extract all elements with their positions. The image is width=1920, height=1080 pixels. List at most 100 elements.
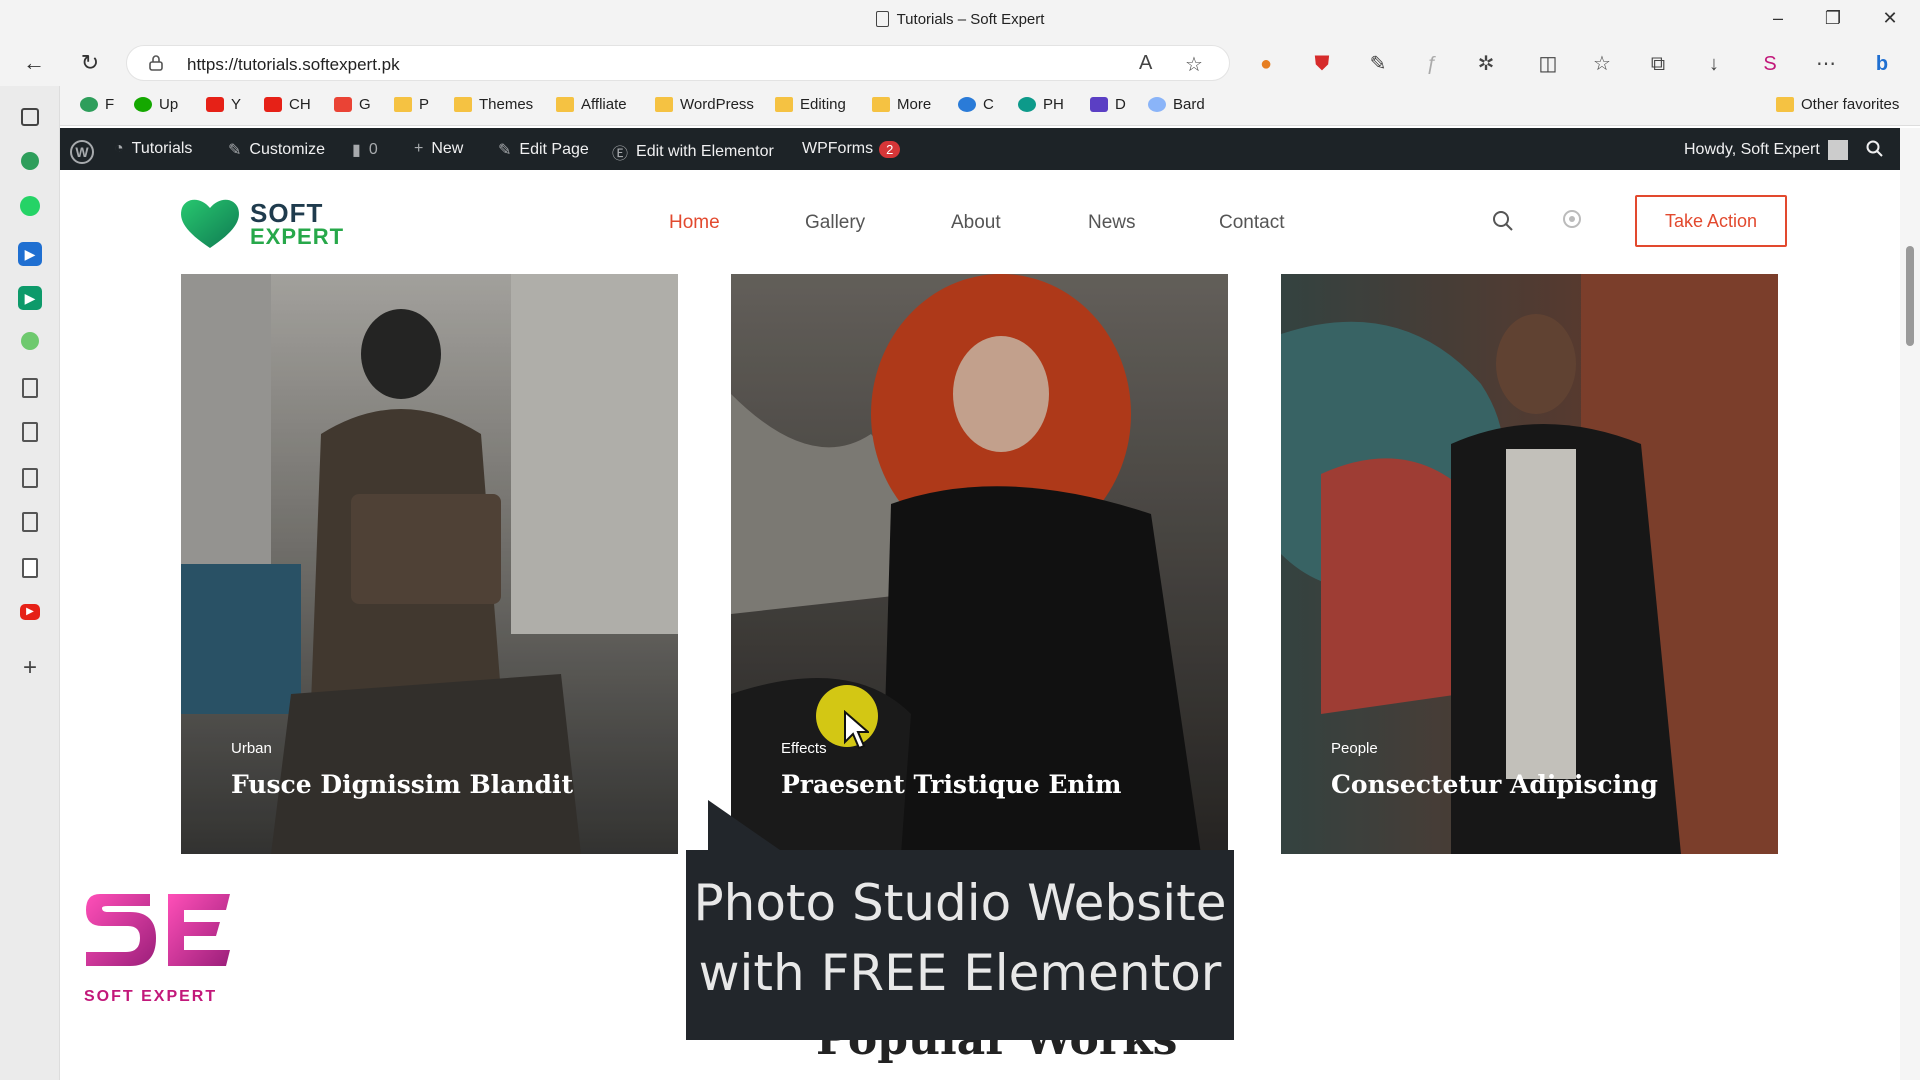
fav-item[interactable]: PH — [1018, 96, 1064, 113]
user-icon[interactable] — [1560, 208, 1584, 232]
fav-item[interactable]: C — [958, 96, 994, 113]
address-bar[interactable]: https://tutorials.softexpert.pk A ☆ — [126, 45, 1230, 81]
fav-item[interactable]: G — [334, 96, 371, 113]
favorite-star-icon[interactable]: ☆ — [1185, 52, 1203, 77]
video-caption: Photo Studio Website with FREE Elementor — [686, 850, 1234, 1040]
document-icon[interactable] — [22, 378, 38, 398]
website-page: SOFT EXPERT Home Gallery About News Cont… — [60, 170, 1900, 1080]
card-image — [731, 274, 1228, 854]
site-logo[interactable]: SOFT EXPERT — [178, 196, 348, 256]
other-favorites[interactable]: Other favorites — [1776, 96, 1899, 113]
play-icon[interactable]: ▶ — [18, 242, 42, 266]
gallery-card[interactable]: Urban Fusce Dignissim Blandit — [181, 274, 678, 854]
mouse-pointer-icon — [844, 710, 869, 750]
favorites-icon[interactable]: ☆ — [1590, 52, 1614, 76]
site-icon — [958, 97, 976, 112]
caption-line: with FREE Elementor — [698, 944, 1222, 1002]
more-menu-icon[interactable]: ⋯ — [1814, 52, 1838, 76]
scrollbar-thumb[interactable] — [1906, 246, 1914, 346]
card-category: Effects — [781, 740, 827, 757]
gmail-icon — [334, 97, 352, 112]
split-screen-icon[interactable]: ◫ — [1536, 52, 1560, 76]
read-aloud-icon[interactable]: A — [1139, 52, 1152, 75]
folder-icon — [556, 97, 574, 112]
bard-icon — [1148, 97, 1166, 112]
fav-item[interactable]: WordPress — [655, 96, 754, 113]
fav-item[interactable]: F — [80, 96, 114, 113]
card-category: People — [1331, 740, 1378, 757]
card-title[interactable]: Fusce Dignissim Blandit — [231, 770, 573, 799]
nav-gallery[interactable]: Gallery — [805, 212, 865, 234]
wp-howdy-account[interactable]: Howdy, Soft Expert — [1684, 140, 1848, 160]
downloads-icon[interactable]: ↓ — [1702, 52, 1726, 76]
dashboard-icon: ◔ — [114, 140, 124, 157]
wp-edit-elementor-link[interactable]: Ⓔ Edit with Elementor — [612, 140, 774, 164]
refresh-button[interactable]: ↻ — [74, 48, 106, 78]
back-button[interactable]: ← — [18, 48, 50, 78]
pencil-icon: ✎ — [498, 142, 512, 159]
fav-item[interactable]: P — [394, 96, 429, 113]
document-icon[interactable] — [22, 558, 38, 578]
extensions-icon[interactable]: ✲ — [1474, 52, 1498, 76]
nav-contact[interactable]: Contact — [1219, 212, 1284, 234]
shield-extension-icon[interactable]: ⛊ — [1310, 52, 1334, 76]
upwork-icon[interactable] — [21, 332, 39, 350]
page-scrollbar[interactable] — [1900, 128, 1920, 1080]
youtube-icon[interactable]: ▶ — [20, 604, 40, 620]
card-category: Urban — [231, 740, 272, 757]
wp-edit-page-link[interactable]: ✎ Edit Page — [498, 140, 589, 160]
avatar — [1827, 140, 1848, 160]
nav-about[interactable]: About — [951, 212, 1001, 234]
folder-icon — [655, 97, 673, 112]
add-icon[interactable]: + — [18, 656, 42, 680]
fav-item[interactable]: CH — [264, 96, 311, 113]
folder-icon — [454, 97, 472, 112]
fav-item[interactable]: D — [1090, 96, 1126, 113]
fav-item[interactable]: More — [872, 96, 931, 113]
fav-item[interactable]: Editing — [775, 96, 846, 113]
wp-comments-link[interactable]: ▮ 0 — [352, 140, 378, 160]
minimize-button[interactable]: – — [1758, 8, 1798, 29]
wp-search-icon[interactable] — [1866, 140, 1884, 158]
upwork-icon — [134, 97, 152, 112]
fav-item[interactable]: Y — [206, 96, 241, 113]
fav-item[interactable]: Affliate — [556, 96, 627, 113]
collections-icon[interactable]: ⧉ — [1646, 52, 1670, 76]
fav-item[interactable]: Themes — [454, 96, 533, 113]
wp-new-link[interactable]: + New — [414, 140, 463, 158]
math-extension-icon[interactable]: ƒ — [1420, 52, 1444, 76]
site-icon — [1018, 97, 1036, 112]
wordpress-icon[interactable]: W — [70, 140, 94, 164]
tab-actions-icon[interactable] — [21, 108, 39, 126]
gallery-card[interactable]: People Consectetur Adipiscing — [1281, 274, 1778, 854]
site-icon[interactable] — [21, 152, 39, 170]
nav-home[interactable]: Home — [669, 212, 720, 234]
wp-wpforms-link[interactable]: WPForms 2 — [802, 140, 901, 158]
card-title[interactable]: Consectetur Adipiscing — [1331, 770, 1658, 799]
fav-item[interactable]: Bard — [1148, 96, 1205, 113]
document-icon[interactable] — [22, 512, 38, 532]
extension-icon[interactable]: ● — [1254, 52, 1278, 76]
fav-item[interactable]: Up — [134, 96, 178, 113]
folder-icon — [1776, 97, 1794, 112]
wp-site-link[interactable]: ◔ Tutorials — [114, 140, 192, 158]
wp-admin-bar: W ◔ Tutorials ✎ Customize ▮ 0 + New ✎ Edit Pa… — [60, 128, 1900, 170]
search-icon[interactable] — [1492, 210, 1514, 232]
document-icon[interactable] — [22, 468, 38, 488]
gallery-card[interactable]: Effects Praesent Tristique Enim — [731, 274, 1228, 854]
bing-icon[interactable]: b — [1870, 52, 1894, 76]
nav-news[interactable]: News — [1088, 212, 1136, 234]
close-button[interactable]: ✕ — [1870, 8, 1910, 29]
take-action-button[interactable]: Take Action — [1635, 195, 1787, 247]
restore-button[interactable]: ❐ — [1813, 8, 1853, 29]
eyedropper-icon[interactable]: ✎ — [1366, 52, 1390, 76]
profile-icon[interactable]: S — [1758, 52, 1782, 76]
card-title[interactable]: Praesent Tristique Enim — [781, 770, 1122, 799]
url-text[interactable]: https://tutorials.softexpert.pk — [187, 55, 400, 75]
whatsapp-icon[interactable] — [20, 196, 40, 216]
card-image — [1281, 274, 1778, 854]
document-icon[interactable] — [22, 422, 38, 442]
document-icon — [875, 11, 889, 27]
play-icon[interactable]: ▶ — [18, 286, 42, 310]
wp-customize-link[interactable]: ✎ Customize — [228, 140, 325, 160]
